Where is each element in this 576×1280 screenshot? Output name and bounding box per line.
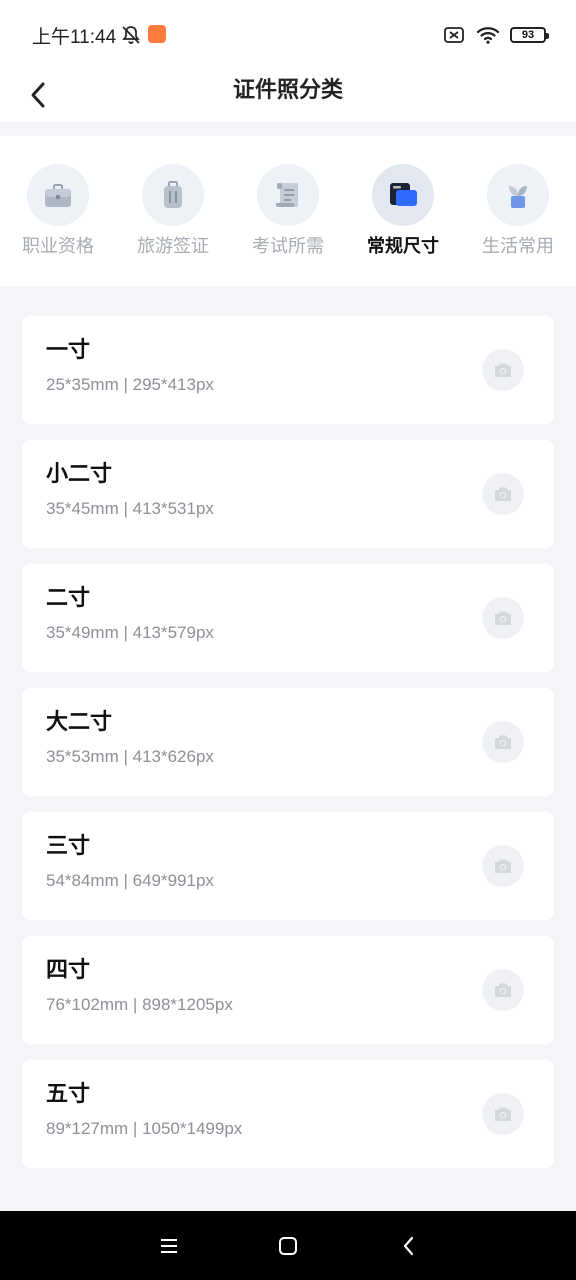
plant-icon — [509, 186, 527, 208]
camera-button[interactable] — [482, 1093, 524, 1135]
category-label: 常规尺寸 — [367, 236, 439, 257]
category-label: 考试所需 — [252, 236, 324, 257]
camera-icon — [495, 735, 511, 749]
briefcase-icon — [45, 184, 71, 207]
menu-icon — [161, 1239, 177, 1253]
size-card[interactable]: 三寸 54*84mm | 649*991px — [22, 812, 554, 920]
status-time: 上午11:44 — [32, 27, 117, 48]
category-tab-daily-use[interactable]: 生活常用 — [463, 164, 573, 258]
home-button[interactable] — [273, 1231, 303, 1261]
category-tab-standard-size[interactable]: 常规尺寸 — [348, 164, 458, 258]
category-tab-travel[interactable]: 旅游签证 — [118, 164, 228, 258]
category-label: 职业资格 — [22, 236, 94, 257]
system-nav-bar — [0, 1211, 576, 1280]
size-spec: 35*53mm | 413*626px — [46, 747, 214, 766]
camera-icon — [495, 983, 511, 997]
size-name: 三寸 — [46, 834, 91, 859]
suitcase-icon — [164, 181, 182, 208]
id-card-icon — [390, 183, 417, 206]
size-spec: 25*35mm | 295*413px — [46, 375, 214, 394]
camera-button[interactable] — [482, 721, 524, 763]
camera-icon — [495, 859, 511, 873]
header: 证件照分类 — [0, 68, 576, 122]
camera-button[interactable] — [482, 597, 524, 639]
category-bar: 职业资格 旅游签证 考试所需 常规尺寸 生活常用 — [0, 136, 576, 286]
camera-button[interactable] — [482, 969, 524, 1011]
size-spec: 35*49mm | 413*579px — [46, 623, 214, 642]
camera-icon — [495, 1107, 511, 1121]
size-name: 小二寸 — [46, 462, 113, 487]
system-back-button[interactable] — [394, 1231, 424, 1261]
category-tab-professional[interactable]: 职业资格 — [3, 164, 113, 258]
camera-button[interactable] — [482, 845, 524, 887]
size-name: 大二寸 — [46, 710, 113, 735]
size-name: 四寸 — [46, 958, 91, 983]
size-spec: 35*45mm | 413*531px — [46, 499, 214, 518]
back-icon — [403, 1236, 414, 1256]
app-notification-icon — [148, 25, 166, 43]
scroll-icon — [276, 183, 298, 207]
camera-icon — [495, 363, 511, 377]
category-label: 生活常用 — [482, 236, 554, 257]
page-title: 证件照分类 — [232, 78, 343, 103]
size-card[interactable]: 小二寸 35*45mm | 413*531px — [22, 440, 554, 548]
camera-button[interactable] — [482, 349, 524, 391]
bell-off-icon — [122, 26, 140, 44]
battery-icon: 93 — [510, 27, 549, 43]
size-name: 二寸 — [46, 586, 91, 611]
wifi-icon — [476, 27, 500, 44]
camera-icon — [495, 487, 511, 501]
sim-off-icon — [444, 27, 464, 43]
size-card[interactable]: 四寸 76*102mm | 898*1205px — [22, 936, 554, 1044]
size-card[interactable]: 一寸 25*35mm | 295*413px — [22, 316, 554, 424]
recent-apps-button[interactable] — [154, 1231, 184, 1261]
camera-button[interactable] — [482, 473, 524, 515]
size-card[interactable]: 五寸 89*127mm | 1050*1499px — [22, 1060, 554, 1168]
size-name: 五寸 — [46, 1082, 91, 1107]
size-spec: 89*127mm | 1050*1499px — [46, 1119, 243, 1138]
size-list: 一寸 25*35mm | 295*413px 小二寸 35*45mm | 413… — [22, 316, 554, 1184]
category-tab-exam[interactable]: 考试所需 — [233, 164, 343, 258]
size-card[interactable]: 大二寸 35*53mm | 413*626px — [22, 688, 554, 796]
category-label: 旅游签证 — [137, 236, 209, 257]
status-bar: 上午11:44 93 — [0, 0, 576, 68]
size-spec: 54*84mm | 649*991px — [46, 871, 214, 890]
size-spec: 76*102mm | 898*1205px — [46, 995, 233, 1014]
size-card[interactable]: 二寸 35*49mm | 413*579px — [22, 564, 554, 672]
battery-level: 93 — [521, 29, 535, 41]
home-square-icon — [279, 1237, 297, 1255]
size-name: 一寸 — [46, 338, 91, 363]
camera-icon — [495, 611, 511, 625]
